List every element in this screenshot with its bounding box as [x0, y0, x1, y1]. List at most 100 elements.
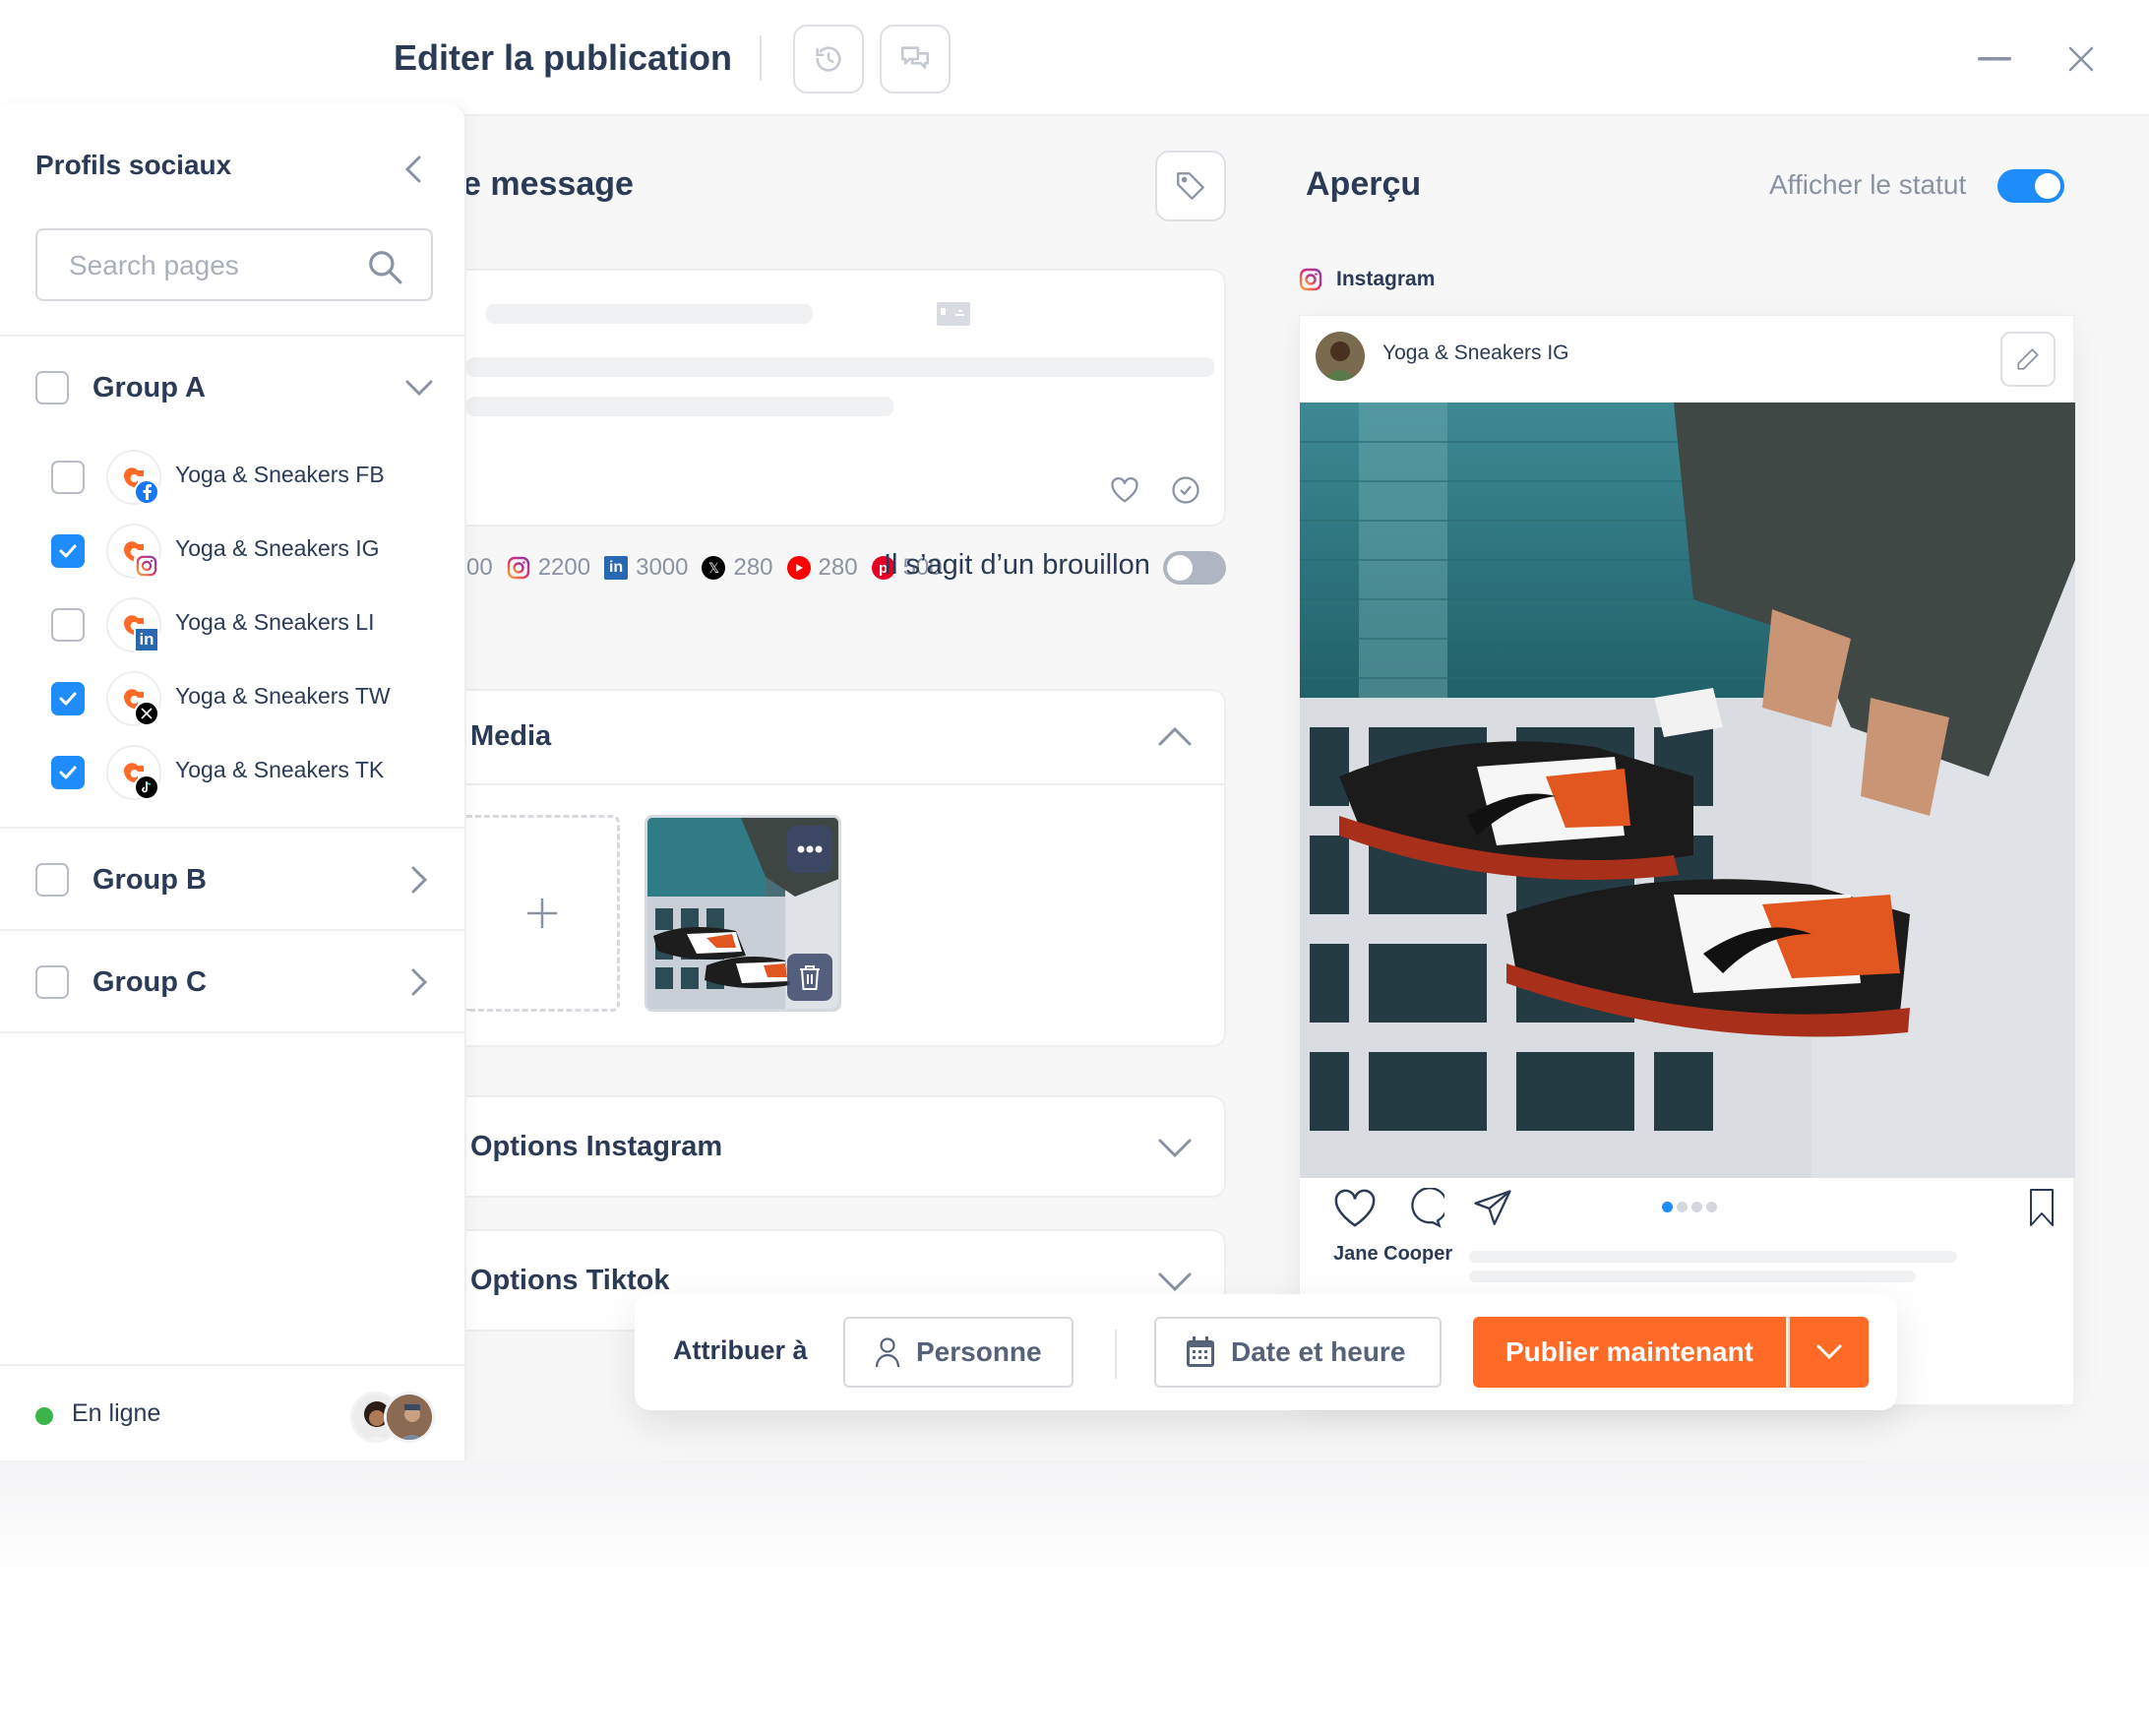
chevron-down-icon [1816, 1344, 1842, 1360]
comment-button[interactable] [1400, 1185, 1447, 1232]
group-c-label: Group C [92, 966, 207, 998]
caption-skeleton [1469, 1271, 1916, 1282]
assign-person-button[interactable]: Personne [843, 1317, 1074, 1388]
caption-username: Jane Cooper [1333, 1243, 1453, 1265]
heart-icon [1334, 1189, 1376, 1227]
close-button[interactable] [2061, 39, 2101, 79]
instagram-preview-card: Yoga & Sneakers IG Jane Cooper [1299, 315, 2075, 1405]
bookmark-icon [2030, 1189, 2054, 1226]
profile-checkbox[interactable] [51, 682, 85, 715]
tag-button[interactable] [1155, 151, 1226, 221]
group-c-checkbox[interactable] [35, 965, 69, 999]
validate-button[interactable] [1169, 473, 1202, 507]
group-a-row[interactable]: Group A [0, 337, 464, 439]
chevron-down-icon [1158, 1272, 1192, 1292]
collapse-sidebar-button[interactable] [394, 150, 433, 189]
page-title: Editer la publication [394, 37, 733, 78]
tiktok-icon [134, 775, 159, 800]
draft-toggle[interactable] [1163, 551, 1226, 585]
profile-checkbox[interactable] [51, 461, 85, 494]
divider [1115, 1330, 1117, 1379]
user-icon [875, 1337, 900, 1368]
chevron-right-icon [411, 968, 427, 996]
more-horizontal-icon [797, 845, 823, 853]
message-editor[interactable] [466, 269, 1226, 527]
publish-options-button[interactable] [1788, 1317, 1869, 1388]
profile-row-tk[interactable]: Yoga & Sneakers TK [0, 735, 464, 810]
viewers-avatars[interactable] [350, 1392, 439, 1447]
social-profiles-sidebar: Profils sociaux Group A Yoga & Sneakers … [0, 104, 466, 1460]
profile-label: Yoga & Sneakers TK [175, 757, 385, 782]
send-icon [1474, 1190, 1511, 1225]
linkedin-icon: in [134, 627, 159, 652]
profile-row-tw[interactable]: Yoga & Sneakers TW [0, 661, 464, 736]
group-a-collapse-button[interactable] [401, 370, 437, 405]
group-b-expand-button[interactable] [401, 862, 437, 898]
profile-label: Yoga & Sneakers TW [175, 683, 391, 709]
media-header[interactable]: Media [466, 691, 1224, 785]
skeleton-line [486, 304, 813, 324]
app-bottom-shadow [0, 1460, 2149, 1579]
profile-row-li[interactable]: in Yoga & Sneakers LI [0, 588, 464, 662]
post-image [1300, 403, 2075, 1178]
favorite-button[interactable] [1108, 473, 1141, 507]
carousel-dot [1677, 1202, 1688, 1212]
online-status-dot [35, 1407, 53, 1425]
online-status-label: En ligne [72, 1399, 161, 1427]
image-placeholder-icon [937, 302, 970, 328]
counter-linkedin: in 3000 [604, 554, 688, 582]
counter-instagram: 2200 [507, 554, 590, 582]
comments-button[interactable] [880, 25, 951, 93]
toggle-knob [1167, 555, 1193, 581]
chevron-left-icon [404, 155, 421, 183]
app-window: Editer la publication e message 00 2200 … [0, 0, 2149, 1460]
calendar-icon [1187, 1336, 1214, 1367]
counter-x: 𝕏 280 [702, 554, 773, 582]
search-pages-field[interactable] [35, 228, 433, 301]
add-media-button[interactable] [466, 815, 620, 1012]
sidebar-footer: En ligne [0, 1364, 464, 1460]
post-actions [1331, 1184, 1516, 1233]
media-more-button[interactable] [787, 826, 832, 873]
group-c-expand-button[interactable] [401, 964, 437, 1000]
options-instagram-title: Options Instagram [470, 1131, 723, 1162]
trash-icon [800, 965, 820, 990]
profile-row-ig[interactable]: Yoga & Sneakers IG [0, 514, 464, 589]
edit-preview-button[interactable] [2000, 332, 2056, 387]
group-b-checkbox[interactable] [35, 863, 69, 897]
status-label: Afficher le statut [1769, 169, 1967, 200]
share-button[interactable] [1469, 1185, 1516, 1232]
group-b-row[interactable]: Group B [0, 829, 464, 931]
profile-label: Yoga & Sneakers LI [175, 609, 375, 635]
profile-checkbox[interactable] [51, 534, 85, 568]
media-collapse-button[interactable] [1155, 716, 1195, 756]
date-time-button[interactable]: Date et heure [1154, 1317, 1442, 1388]
group-b-label: Group B [92, 864, 207, 896]
options-instagram-section[interactable]: Options Instagram [466, 1095, 1226, 1198]
profile-checkbox[interactable] [51, 608, 85, 642]
checkmark-icon [59, 544, 77, 558]
preview-network-label: Instagram [1336, 268, 1436, 290]
search-input[interactable] [69, 246, 364, 285]
save-post-button[interactable] [2024, 1186, 2059, 1229]
profile-avatar [106, 524, 161, 579]
group-a-checkbox[interactable] [35, 371, 69, 404]
media-thumbnail[interactable] [645, 815, 841, 1012]
like-button[interactable] [1331, 1185, 1379, 1232]
header-divider [760, 35, 762, 81]
profile-checkbox[interactable] [51, 756, 85, 789]
status-toggle[interactable] [1997, 169, 2064, 203]
group-c-row[interactable]: Group C [0, 931, 464, 1033]
publish-now-button[interactable]: Publier maintenant [1473, 1317, 1786, 1388]
profile-row-fb[interactable]: Yoga & Sneakers FB [0, 440, 464, 515]
history-button[interactable] [793, 25, 864, 93]
pencil-icon [2017, 348, 2039, 370]
options-tiktok-title: Options Tiktok [470, 1265, 670, 1296]
options-instagram-expand-button[interactable] [1155, 1129, 1195, 1168]
minimize-button[interactable] [1975, 39, 2014, 79]
search-icon [369, 251, 402, 284]
media-delete-button[interactable] [787, 954, 832, 1001]
carousel-indicator [1662, 1202, 1717, 1212]
character-counters: 00 2200 in 3000 𝕏 280 280 p 500 [466, 547, 943, 589]
facebook-icon [134, 479, 159, 505]
